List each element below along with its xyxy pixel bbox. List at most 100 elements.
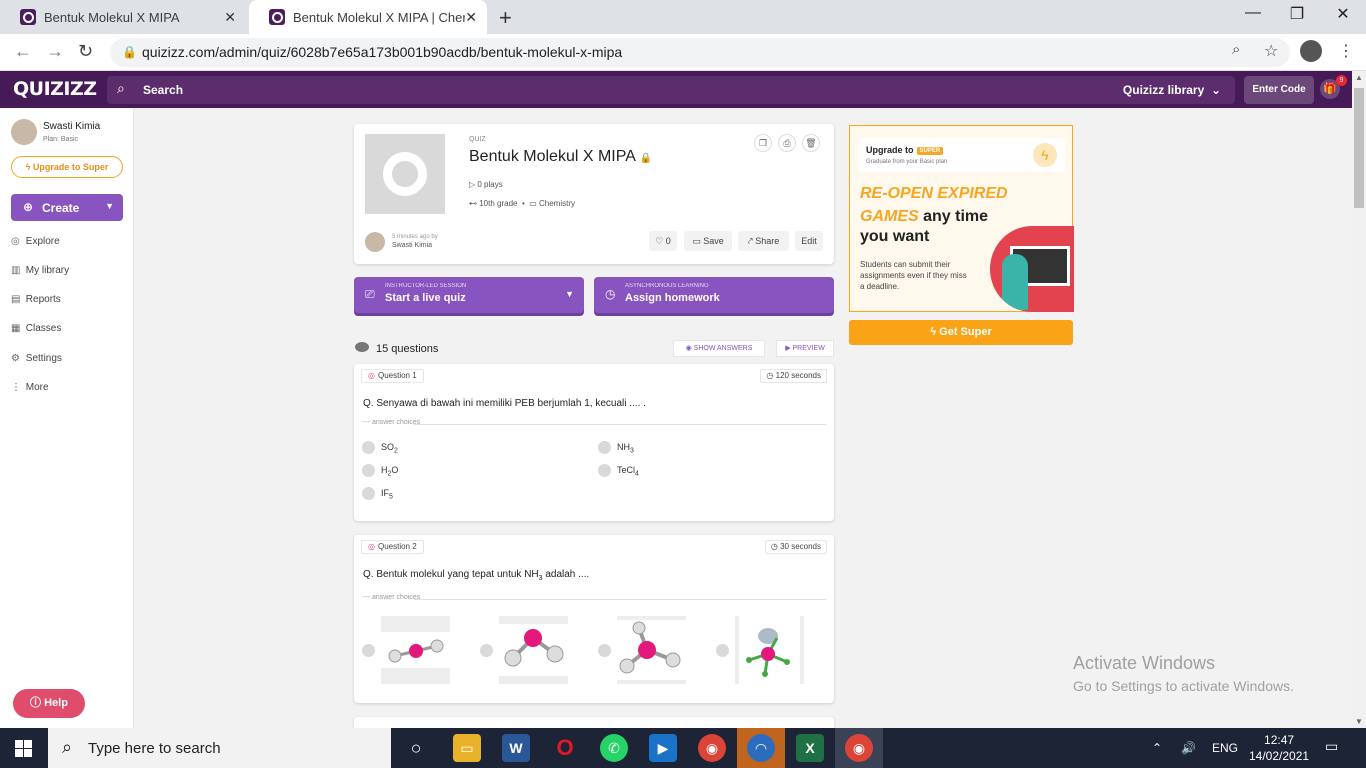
url-field[interactable]: 🔒 quizizz.com/admin/quiz/6028b7e65a173b0… — [110, 38, 1290, 67]
radio-icon — [362, 464, 375, 477]
eye-icon: ◉ — [685, 345, 694, 352]
windows-start-icon[interactable] — [15, 740, 32, 757]
linear-molecule-image — [381, 616, 450, 684]
scroll-down-icon[interactable]: ▼ — [1355, 717, 1363, 726]
radio-icon — [716, 644, 729, 657]
search-bar[interactable]: ⌕ Search Quizizz library ⌄ — [107, 76, 1235, 104]
enter-code-button[interactable]: Enter Code — [1244, 76, 1314, 104]
browser-tab-2[interactable]: Bentuk Molekul X MIPA | Chemist ✕ — [249, 0, 487, 34]
clock-icon: ◷ — [605, 287, 616, 301]
radio-icon — [362, 441, 375, 454]
question-time: ◷ 120 seconds — [760, 369, 827, 383]
share-button[interactable]: ⤤ Share — [738, 231, 789, 251]
caret-down-icon[interactable]: ▼ — [105, 201, 114, 211]
questions-count: 15 questions — [376, 343, 439, 355]
radio-icon — [598, 441, 611, 454]
page-scrollbar[interactable]: ▲ ▼ — [1352, 71, 1366, 728]
word-icon[interactable]: W — [502, 734, 530, 762]
opera-icon[interactable]: O — [551, 734, 579, 762]
bolt-icon: ϟ — [930, 326, 940, 338]
upgrade-button[interactable]: ϟ Upgrade to Super — [11, 156, 123, 178]
sidebar-item-my-library[interactable]: ▥ My library — [11, 265, 69, 276]
sidebar-item-classes[interactable]: ▦ Classes — [11, 323, 61, 334]
copy-icon[interactable]: ❐ — [754, 134, 772, 152]
divider — [414, 424, 826, 425]
chrome-icon[interactable]: ◉ — [698, 734, 726, 762]
save-button[interactable]: ▭ Save — [684, 231, 732, 251]
live-sub-label: INSTRUCTOR-LED SESSION — [385, 283, 467, 289]
tab-title: Bentuk Molekul X MIPA — [44, 9, 180, 25]
sidebar-item-more[interactable]: ⋮ More — [11, 382, 49, 393]
file-explorer-icon[interactable]: ▭ — [453, 734, 481, 762]
taskbar-clock[interactable]: 12:47 14/02/2021 — [1249, 732, 1309, 764]
ad-illustration — [990, 226, 1074, 312]
scroll-thumb[interactable] — [1354, 88, 1364, 208]
create-button[interactable]: ⊕ Create ▼ — [11, 194, 123, 221]
start-live-quiz-button[interactable]: ⎚ INSTRUCTOR-LED SESSION Start a live qu… — [354, 277, 584, 313]
ad-body: Students can submit their assignments ev… — [860, 260, 967, 291]
app-icon[interactable]: ◠ — [747, 734, 775, 762]
question-card-2[interactable]: ◎ Question 2 ◷ 30 seconds Q. Bentuk molek… — [354, 535, 834, 703]
scroll-up-icon[interactable]: ▲ — [1355, 73, 1363, 82]
windows-taskbar: ⌕ Type here to search ○ ▭ W O ✆ ▶ ◉ ◠ X … — [0, 728, 1366, 768]
caret-down-icon[interactable]: ▼ — [565, 289, 574, 299]
author-avatar — [365, 232, 385, 252]
search-label: Search — [143, 83, 184, 97]
browser-tab-1[interactable]: Bentuk Molekul X MIPA ✕ — [0, 0, 246, 34]
question-text: Q. Senyawa di bawah ini memiliki PEB ber… — [363, 398, 646, 409]
back-icon[interactable]: ← — [14, 41, 32, 62]
question-card-1[interactable]: ◎ Question 1 ◷ 120 seconds Q. Senyawa di … — [354, 364, 834, 521]
language-indicator[interactable]: ENG — [1212, 741, 1238, 755]
close-tab-icon[interactable]: ✕ — [224, 9, 236, 26]
new-tab-icon[interactable]: + — [499, 5, 512, 31]
whatsapp-icon[interactable]: ✆ — [600, 734, 628, 762]
browser-menu-icon[interactable]: ⋮ — [1338, 41, 1354, 61]
close-tab-icon[interactable]: ✕ — [465, 9, 477, 26]
quizizz-favicon-icon — [20, 9, 36, 25]
url-text: quizizz.com/admin/quiz/6028b7e65a173b001… — [142, 44, 623, 60]
lock-icon: 🔒 — [639, 153, 652, 164]
target-icon: ◎ — [368, 542, 375, 551]
minimize-icon[interactable]: — — [1230, 4, 1276, 22]
tray-chevron-icon[interactable]: ⌃ — [1152, 741, 1162, 755]
forward-icon[interactable]: → — [46, 41, 64, 62]
avatar[interactable] — [11, 119, 37, 145]
taskbar-search[interactable]: ⌕ Type here to search — [48, 728, 391, 768]
quiz-type-label: QUIZ — [469, 136, 486, 143]
library-dropdown[interactable]: Quizizz library ⌄ — [1123, 83, 1221, 97]
task-view-icon[interactable]: ○ — [402, 734, 430, 762]
notification-icon[interactable]: ▭ — [1325, 738, 1338, 755]
delete-icon[interactable]: 🗑 — [802, 134, 820, 152]
print-icon[interactable]: ⎙ — [778, 134, 796, 152]
show-answers-button[interactable]: ◉ SHOW ANSWERS — [673, 340, 765, 357]
sidebar-item-settings[interactable]: ⚙ Settings — [11, 353, 62, 364]
question-text: Q. Bentuk molekul yang tepat untuk NH3 a… — [363, 569, 590, 582]
help-button[interactable]: ⓘ Help — [13, 689, 85, 718]
question-time: ◷ 30 seconds — [764, 540, 827, 554]
upgrade-ad-banner[interactable]: Upgrade to SUPER Graduate from your Basic… — [849, 125, 1074, 312]
sidebar-item-explore[interactable]: ◎ Explore — [11, 236, 60, 247]
bent-molecule-image — [499, 616, 568, 684]
get-super-button[interactable]: ϟ Get Super — [849, 320, 1073, 345]
quizizz-logo[interactable]: QUIZIZZ — [13, 78, 97, 100]
radio-icon — [362, 487, 375, 500]
radio-icon — [598, 644, 611, 657]
ad-headline: RE-OPEN EXPIRED GAMES any time — [860, 185, 1008, 225]
bookmark-star-icon[interactable]: ☆ — [1264, 41, 1278, 61]
lock-icon: 🔒 — [122, 45, 137, 59]
hw-sub-label: ASYNCHRONOUS LEARNING — [625, 283, 709, 289]
restore-icon[interactable]: ❐ — [1274, 4, 1320, 24]
sidebar-item-reports[interactable]: ▤ Reports — [11, 294, 61, 305]
chrome-icon[interactable]: ◉ — [845, 734, 873, 762]
preview-button[interactable]: ▶ PREVIEW — [776, 340, 834, 357]
assign-homework-button[interactable]: ◷ ASYNCHRONOUS LEARNING Assign homework — [594, 277, 834, 313]
zoom-icon[interactable]: ⌕ — [1232, 41, 1240, 58]
like-button[interactable]: ♡ 0 — [649, 231, 677, 251]
reload-icon[interactable]: ↻ — [78, 41, 93, 62]
edit-button[interactable]: Edit — [795, 231, 823, 251]
excel-icon[interactable]: X — [796, 734, 824, 762]
profile-icon[interactable] — [1300, 40, 1322, 62]
close-window-icon[interactable]: ✕ — [1320, 4, 1366, 24]
video-editor-icon[interactable]: ▶ — [649, 734, 677, 762]
volume-icon[interactable]: 🔊 — [1181, 741, 1196, 755]
